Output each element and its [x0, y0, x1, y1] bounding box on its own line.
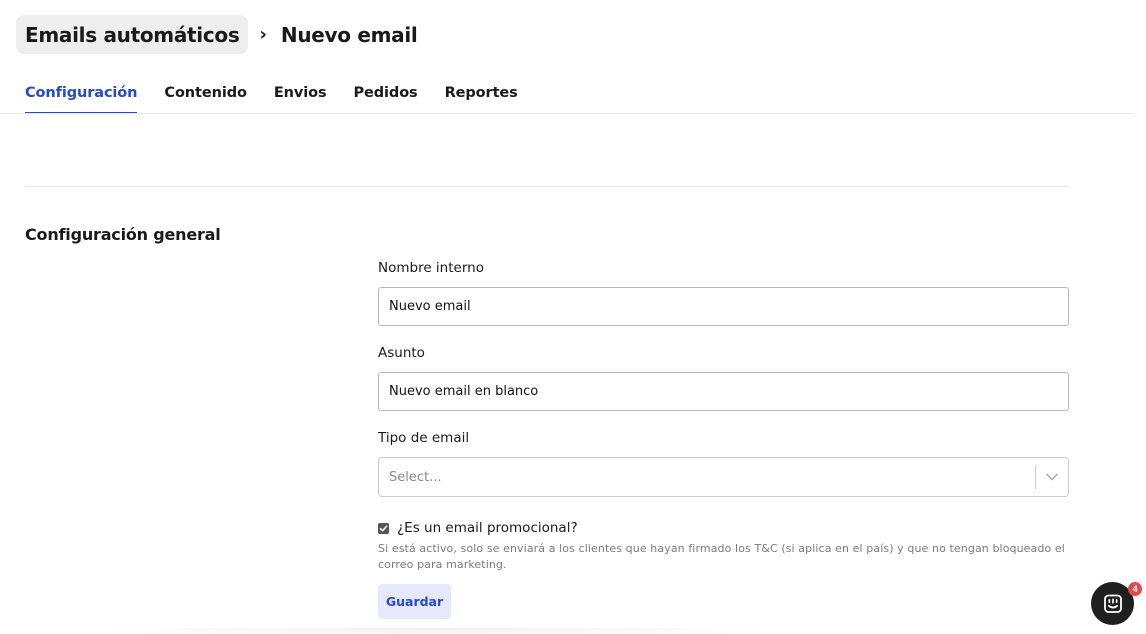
- promotional-row: ¿Es un email promocional?: [378, 519, 1069, 537]
- tab-bar: Configuración Contenido Envios Pedidos R…: [25, 82, 545, 114]
- tabs-divider: [0, 113, 1134, 114]
- general-settings-form: Nombre interno Asunto Tipo de email Sele…: [378, 260, 1069, 619]
- tab-configuracion[interactable]: Configuración: [25, 82, 138, 114]
- promotional-checkbox[interactable]: [378, 522, 389, 534]
- email-type-label: Tipo de email: [378, 430, 470, 446]
- save-button[interactable]: Guardar: [378, 584, 451, 619]
- email-type-select[interactable]: Select...: [378, 457, 1069, 497]
- check-icon: [379, 524, 388, 531]
- email-type-placeholder: Select...: [389, 469, 442, 485]
- page-title: Nuevo email: [280, 22, 418, 47]
- breadcrumb-parent-link[interactable]: Emails automáticos: [16, 15, 249, 54]
- tab-contenido[interactable]: Contenido: [164, 82, 247, 114]
- chat-notification-badge: 4: [1128, 582, 1142, 596]
- subject-input[interactable]: [378, 372, 1069, 411]
- promotional-label: ¿Es un email promocional?: [397, 520, 578, 536]
- section-divider: [25, 186, 1069, 187]
- tab-reportes[interactable]: Reportes: [445, 82, 518, 114]
- tab-pedidos[interactable]: Pedidos: [354, 82, 418, 114]
- bottom-bar-shadow: [60, 628, 810, 634]
- page: Emails automáticos › Nuevo email Configu…: [0, 0, 1146, 634]
- tab-envios[interactable]: Envios: [274, 82, 327, 114]
- breadcrumb-chevron-icon: ›: [259, 24, 267, 45]
- subject-label: Asunto: [378, 345, 425, 361]
- internal-name-input[interactable]: [378, 287, 1069, 326]
- section-title: Configuración general: [25, 225, 221, 244]
- internal-name-label: Nombre interno: [378, 260, 484, 276]
- chat-icon: [1103, 594, 1122, 613]
- breadcrumb: Emails automáticos › Nuevo email: [16, 15, 418, 54]
- promotional-helper-text: Si está activo, solo se enviará a los cl…: [378, 542, 1065, 571]
- chevron-down-icon[interactable]: [1036, 473, 1068, 481]
